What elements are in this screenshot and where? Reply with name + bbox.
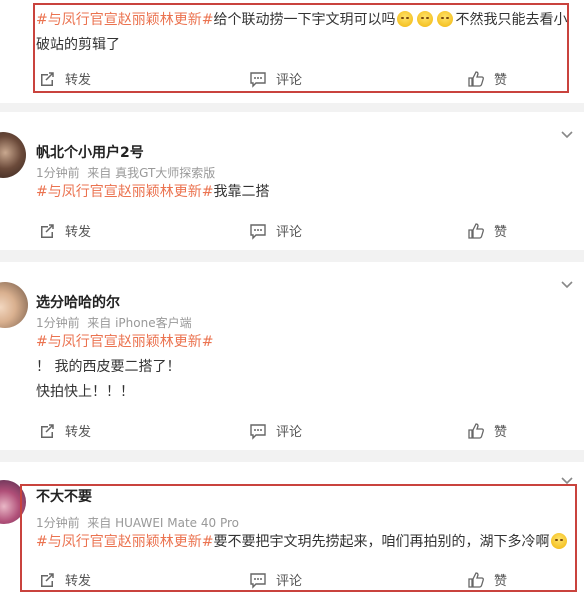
post-source: 来自 真我GT大师探索版 (87, 166, 216, 180)
post-text: #与凤行官宣赵丽颖林更新#我靠二搭 (36, 180, 269, 205)
username[interactable]: 选分哈哈的尔 (36, 292, 120, 312)
comment-button[interactable]: 评论 (249, 221, 302, 240)
repost-icon (41, 223, 54, 238)
post-time[interactable]: 1分钟前 (36, 166, 80, 180)
comment-button[interactable]: 评论 (249, 421, 302, 440)
post-text-line: 快拍快上！！！ (36, 384, 134, 400)
topic-tag[interactable]: #与凤行官宣赵丽颖林更新# (36, 334, 213, 350)
post-time[interactable]: 1分钟前 (36, 316, 80, 330)
chevron-down-icon[interactable] (560, 128, 574, 142)
like-label: 赞 (494, 225, 508, 240)
highlight-box (33, 3, 569, 93)
post-meta: 1分钟前 来自 iPhone客户端 (36, 314, 192, 331)
post-text-line: ！ 我的西皮要二搭了！ (36, 359, 181, 375)
repost-button[interactable]: 转发 (38, 421, 91, 440)
repost-label: 转发 (65, 425, 92, 440)
chevron-down-icon[interactable] (560, 278, 574, 292)
comment-label: 评论 (276, 425, 303, 440)
action-bar: 转发 评论 赞 (0, 421, 584, 443)
topic-tag[interactable]: #与凤行官宣赵丽颖林更新# (36, 184, 213, 200)
repost-label: 转发 (65, 225, 92, 240)
thumbs-up-icon (468, 222, 484, 239)
post-text: #与凤行官宣赵丽颖林更新# (36, 330, 213, 355)
thumbs-up-icon (468, 422, 484, 439)
like-button[interactable]: 赞 (467, 421, 507, 440)
username[interactable]: 帆北个小用户2号 (36, 142, 144, 162)
action-bar: 转发 评论 赞 (0, 221, 584, 243)
comment-icon (250, 223, 266, 240)
post-source: 来自 iPhone客户端 (87, 316, 192, 330)
avatar[interactable] (0, 282, 28, 328)
post-card-2: 帆北个小用户2号 1分钟前 来自 真我GT大师探索版 #与凤行官宣赵丽颖林更新#… (0, 112, 584, 250)
like-button[interactable]: 赞 (467, 221, 507, 240)
post-text-part: 我靠二搭 (213, 184, 270, 200)
highlight-box (20, 484, 577, 592)
like-label: 赞 (494, 425, 508, 440)
repost-icon (41, 423, 54, 438)
comment-icon (250, 423, 266, 440)
comment-label: 评论 (276, 225, 303, 240)
post-meta: 1分钟前 来自 真我GT大师探索版 (36, 164, 215, 181)
post-card-3: 选分哈哈的尔 1分钟前 来自 iPhone客户端 #与凤行官宣赵丽颖林更新# ！… (0, 262, 584, 450)
repost-button[interactable]: 转发 (38, 221, 91, 240)
avatar[interactable] (0, 132, 26, 178)
